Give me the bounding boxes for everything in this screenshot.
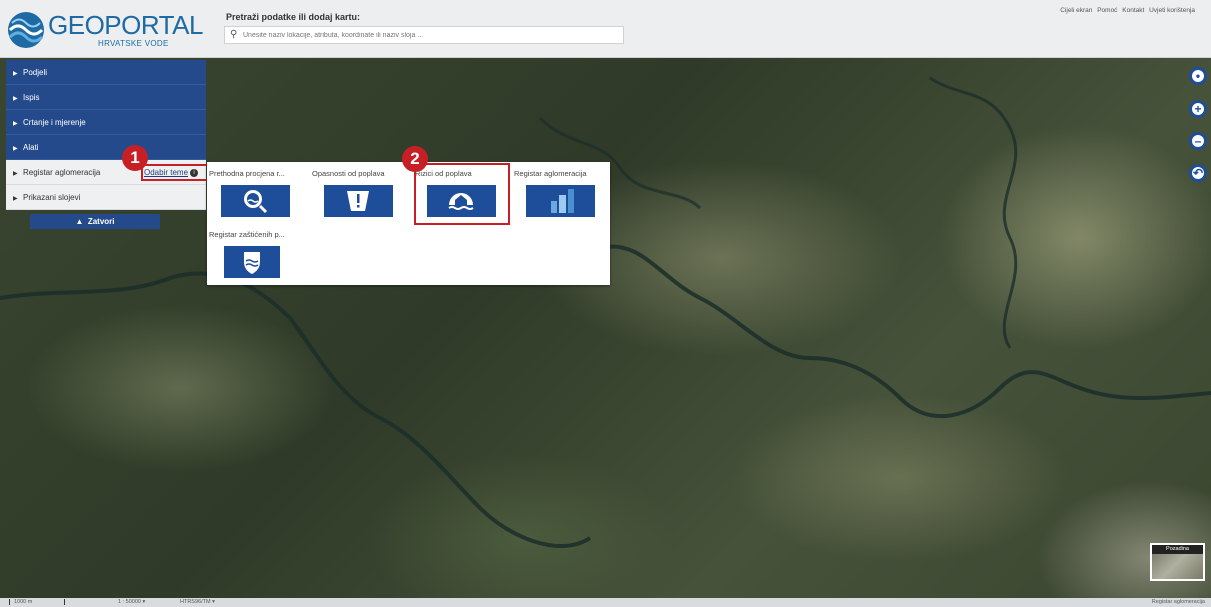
sidebar-item-label: Crtanje i mjerenje [23, 118, 86, 127]
basemap-label: Pozadina [1152, 545, 1203, 554]
top-links: Cijeli ekran Pomoć Kontakt Uvjeti korišt… [1057, 7, 1195, 14]
shield-water-icon [224, 246, 280, 278]
close-label: Zatvori [87, 217, 115, 226]
sidebar-item-label: Alati [23, 143, 39, 152]
annotation-badge-2: 2 [402, 146, 428, 172]
zoom-out-icon[interactable]: – [1189, 132, 1207, 150]
sidebar-menu: ▶ Podjeli ▶ Ispis ▶ Crtanje i mjerenje ▶ Ala… [6, 60, 219, 229]
theme-label: Registar zaštićenih p... [209, 230, 285, 239]
link-terms[interactable]: Uvjeti korištenja [1149, 7, 1195, 14]
caret-right-icon: ▶ [13, 146, 18, 152]
annotation-badge-1: 1 [122, 145, 148, 171]
status-bar: 1000 m 1 : 50000 ▾ HTRS96/TM ▾ Registar … [0, 598, 1211, 607]
link-help[interactable]: Pomoć [1097, 7, 1117, 14]
sidebar-item-alati[interactable]: ▶ Alati [6, 135, 206, 160]
scale-bar: 1000 m [9, 599, 65, 605]
theme-registar-aglomeracija[interactable]: Registar aglomeracija [512, 168, 610, 217]
scale-ratio-select[interactable]: 1 : 50000 ▾ [118, 599, 145, 605]
sidebar-item-ispis[interactable]: ▶ Ispis [6, 85, 206, 110]
sidebar-item-label: Podjeli [23, 68, 48, 77]
logo-subtext: HRVATSKE VODE [98, 39, 169, 48]
sidebar-item-podjeli[interactable]: ▶ Podjeli [6, 60, 206, 85]
scale-ratio-value: 1 : 50000 [118, 599, 141, 605]
caret-right-icon: ▶ [13, 96, 18, 102]
top-header: GEOPORTAL HRVATSKE VODE Pretraži podatke… [0, 0, 1211, 58]
search-icon[interactable]: ⚲ [230, 29, 237, 40]
caret-right-icon: ▶ [13, 171, 18, 177]
caret-right-icon: ▶ [13, 121, 18, 127]
water-drop-logo-icon [8, 12, 44, 48]
sidebar-item-registar[interactable]: ▶ Registar aglomeracija Odabir teme i [6, 160, 219, 185]
search-title: Pretraži podatke ili dodaj kartu: [226, 12, 361, 22]
projection-value: HTRS96/TM [180, 599, 211, 605]
sidebar-item-crtanje[interactable]: ▶ Crtanje i mjerenje [6, 110, 206, 135]
theme-label: Opasnosti od poplava [312, 169, 385, 178]
annotation-highlight-2 [414, 163, 510, 225]
logo-text: GEOPORTAL [48, 10, 203, 40]
projection-select[interactable]: HTRS96/TM ▾ [180, 599, 215, 605]
caret-up-icon: ▲ [75, 217, 84, 226]
theme-opasnosti[interactable]: Opasnosti od poplava [310, 168, 408, 217]
sidebar-item-label: Prikazani slojevi [23, 193, 81, 202]
sidebar-item-label: Ispis [23, 93, 40, 102]
link-contact[interactable]: Kontakt [1122, 7, 1144, 14]
caret-right-icon: ▶ [13, 196, 18, 202]
active-layer-text: Registar aglomeracija [1151, 599, 1205, 605]
zoom-in-icon[interactable]: + [1189, 100, 1207, 118]
theme-prethodna[interactable]: Prethodna procjena r... [207, 168, 305, 217]
geoportal-logo[interactable]: GEOPORTAL HRVATSKE VODE [6, 8, 203, 52]
theme-registar-zasticenih[interactable]: Registar zaštićenih p... [207, 229, 305, 278]
locate-icon[interactable]: • [1189, 67, 1207, 85]
link-fullscreen[interactable]: Cijeli ekran [1060, 7, 1092, 14]
magnifier-flood-icon [221, 185, 290, 217]
warning-flood-icon [324, 185, 393, 217]
back-arrow-icon[interactable]: ↶ [1189, 164, 1207, 182]
close-button[interactable]: ▲ Zatvori [30, 214, 160, 229]
sidebar-item-label: Registar aglomeracija [23, 168, 101, 177]
search-box[interactable]: ⚲ [224, 26, 624, 44]
caret-right-icon: ▶ [13, 71, 18, 77]
theme-selector-panel: Prethodna procjena r... Opasnosti od pop… [207, 162, 610, 285]
theme-label: Registar aglomeracija [514, 169, 587, 178]
search-input[interactable] [243, 28, 619, 42]
buildings-icon [526, 185, 595, 217]
sidebar-item-prikazani[interactable]: ▶ Prikazani slojevi [6, 185, 206, 210]
theme-label: Prethodna procjena r... [209, 169, 285, 178]
basemap-switcher[interactable]: Pozadina [1150, 543, 1205, 581]
